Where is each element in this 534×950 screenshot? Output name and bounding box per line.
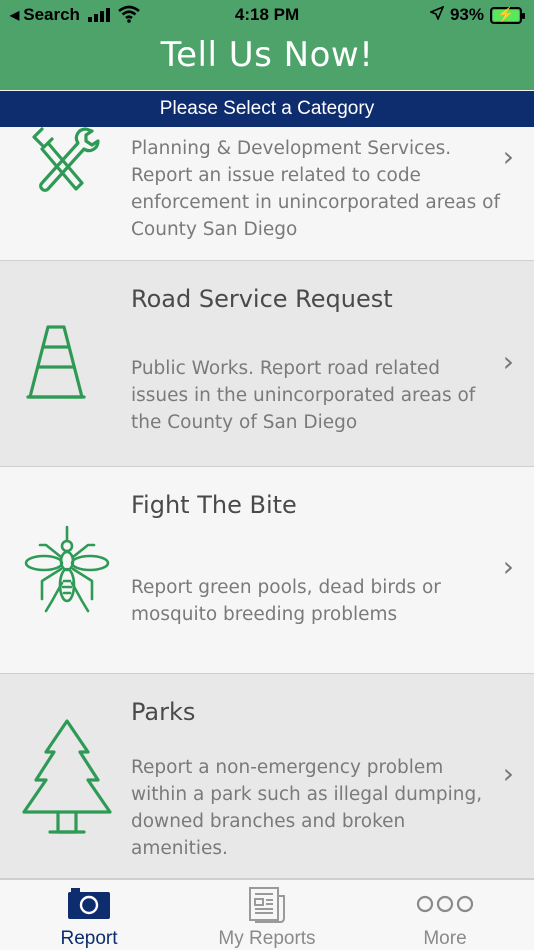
traffic-cone-icon [26, 323, 86, 407]
chevron-right-icon: › [502, 140, 514, 173]
tab-label: My Reports [218, 928, 316, 949]
newspaper-icon [178, 886, 356, 924]
app-title: Tell Us Now! [160, 35, 374, 75]
app-header: Tell Us Now! [0, 30, 534, 90]
category-item-road-service[interactable]: Road Service Request Public Works. Repor… [0, 261, 534, 467]
tab-bar: Report My Reports More [0, 879, 534, 950]
chevron-right-icon: › [502, 345, 514, 378]
charging-bolt-icon: ⚡ [497, 5, 515, 22]
category-prompt: Please Select a Category [0, 91, 534, 127]
category-description: Report green pools, dead birds or mosqui… [131, 577, 441, 625]
battery-icon: ⚡ [490, 5, 525, 24]
category-item-planning[interactable]: Planning & Development Services. Report … [0, 127, 534, 261]
tab-report[interactable]: Report [0, 880, 178, 950]
category-title: Road Service Request [131, 285, 393, 313]
tree-icon [22, 718, 112, 840]
category-item-parks[interactable]: Parks Report a non-emergency problem wit… [0, 674, 534, 879]
category-title: Parks [131, 698, 196, 726]
status-bar: ◀ Search 4:18 PM 93% ⚡ [0, 0, 534, 30]
tab-more[interactable]: More [356, 880, 534, 950]
mosquito-icon [24, 525, 110, 619]
tab-label: Report [60, 928, 118, 949]
category-description: Public Works. Report road related issues… [131, 358, 476, 433]
chevron-right-icon: › [502, 550, 514, 583]
tools-icon [24, 127, 110, 201]
category-description: Report a non-emergency problem within a … [131, 757, 483, 859]
category-item-fight-the-bite[interactable]: Fight The Bite Report green pools, dead … [0, 467, 534, 674]
location-arrow-icon [428, 5, 445, 25]
chevron-right-icon: › [502, 757, 514, 790]
more-dots-icon [356, 894, 534, 914]
tab-label: More [423, 928, 467, 949]
category-title: Fight The Bite [131, 491, 297, 519]
camera-icon [0, 886, 178, 920]
battery-percent: 93% [449, 5, 484, 24]
tab-my-reports[interactable]: My Reports [178, 880, 356, 950]
category-description: Planning & Development Services. Report … [131, 138, 500, 240]
category-list[interactable]: Planning & Development Services. Report … [0, 127, 534, 879]
